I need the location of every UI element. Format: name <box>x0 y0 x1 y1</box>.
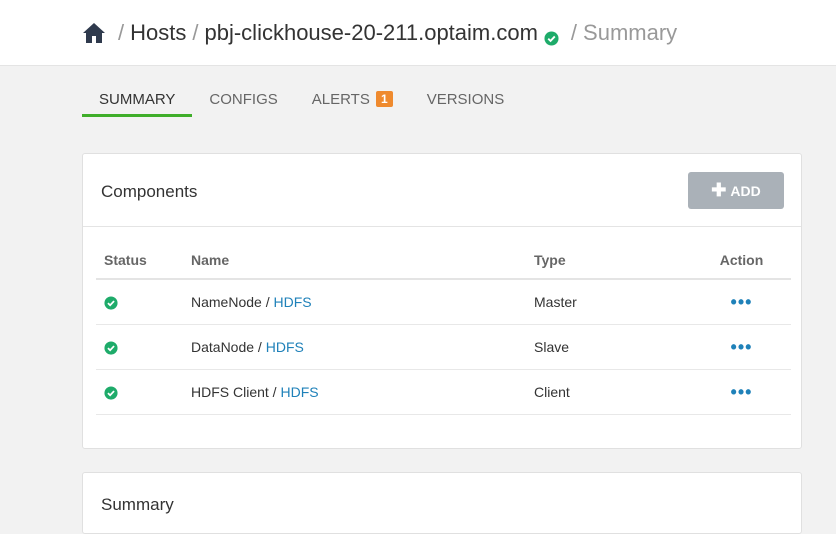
tab-label: VERSIONS <box>426 91 505 108</box>
more-actions-icon[interactable]: ••• <box>731 292 753 312</box>
action-cell: ••• <box>684 369 791 415</box>
column-header-name: Name <box>183 242 526 280</box>
table-row: DataNode / HDFS Slave ••• <box>96 324 791 370</box>
tab-versions[interactable]: VERSIONS <box>410 83 522 116</box>
check-circle-icon <box>104 296 118 310</box>
top-bar: / Hosts / pbj-clickhouse-20-211.optaim.c… <box>0 0 836 66</box>
breadcrumb-hosts[interactable]: Hosts <box>130 20 186 46</box>
components-table: Status Name Type Action NameNode / HDFS … <box>96 242 791 415</box>
component-name: NameNode <box>191 294 262 310</box>
alerts-count-badge: 1 <box>376 91 393 107</box>
components-card-header: Components ✚ ADD <box>83 154 801 227</box>
check-circle-icon <box>104 386 118 400</box>
column-header-action: Action <box>684 242 791 280</box>
name-cell: DataNode / HDFS <box>183 324 526 370</box>
summary-card-title: Summary <box>101 495 174 514</box>
action-cell: ••• <box>684 279 791 325</box>
service-link[interactable]: HDFS <box>280 384 318 400</box>
name-separator: / <box>254 339 266 355</box>
plus-icon: ✚ <box>711 180 727 200</box>
components-title: Components <box>101 182 198 201</box>
tab-configs[interactable]: CONFIGS <box>192 83 294 116</box>
breadcrumb-separator: / <box>192 20 199 45</box>
home-icon[interactable] <box>82 22 106 44</box>
status-cell <box>96 369 183 415</box>
name-separator: / <box>268 384 281 400</box>
column-header-type: Type <box>526 242 684 280</box>
status-cell <box>96 324 183 370</box>
name-cell: NameNode / HDFS <box>183 279 526 325</box>
check-circle-icon <box>104 341 118 355</box>
check-circle-icon <box>544 26 559 46</box>
more-actions-icon[interactable]: ••• <box>731 382 753 402</box>
name-cell: HDFS Client / HDFS <box>183 369 526 415</box>
breadcrumb-separator: / <box>570 20 578 45</box>
component-name: DataNode <box>191 339 255 355</box>
host-tabs: SUMMARY CONFIGS ALERTS 1 VERSIONS <box>82 83 522 117</box>
add-button-label: ADD <box>730 182 761 199</box>
table-row: HDFS Client / HDFS Client ••• <box>96 369 791 415</box>
tab-summary[interactable]: SUMMARY <box>82 83 193 117</box>
status-cell <box>96 279 183 325</box>
add-component-button[interactable]: ✚ ADD <box>688 172 784 209</box>
components-card: Components ✚ ADD Status Name Type Action… <box>82 153 802 449</box>
service-link[interactable]: HDFS <box>266 339 304 355</box>
breadcrumb: / Hosts / pbj-clickhouse-20-211.optaim.c… <box>82 18 677 48</box>
summary-card: Summary <box>82 472 802 534</box>
more-actions-icon[interactable]: ••• <box>731 337 753 357</box>
breadcrumb-separator: / <box>118 20 125 45</box>
tab-alerts[interactable]: ALERTS 1 <box>295 83 410 116</box>
table-row: NameNode / HDFS Master ••• <box>96 279 791 325</box>
name-separator: / <box>261 294 274 310</box>
column-header-status: Status <box>96 242 183 280</box>
table-header-row: Status Name Type Action <box>96 242 791 280</box>
tab-label: ALERTS <box>311 91 370 108</box>
breadcrumb-hostname[interactable]: pbj-clickhouse-20-211.optaim.com <box>205 20 538 46</box>
action-cell: ••• <box>684 324 791 370</box>
component-type: Master <box>526 279 684 325</box>
component-type: Slave <box>526 324 684 370</box>
breadcrumb-current: Summary <box>583 20 678 45</box>
tab-label: CONFIGS <box>209 91 278 108</box>
tab-label: SUMMARY <box>99 91 176 108</box>
component-type: Client <box>526 369 684 415</box>
component-name: HDFS Client <box>191 384 269 400</box>
service-link[interactable]: HDFS <box>274 294 312 310</box>
